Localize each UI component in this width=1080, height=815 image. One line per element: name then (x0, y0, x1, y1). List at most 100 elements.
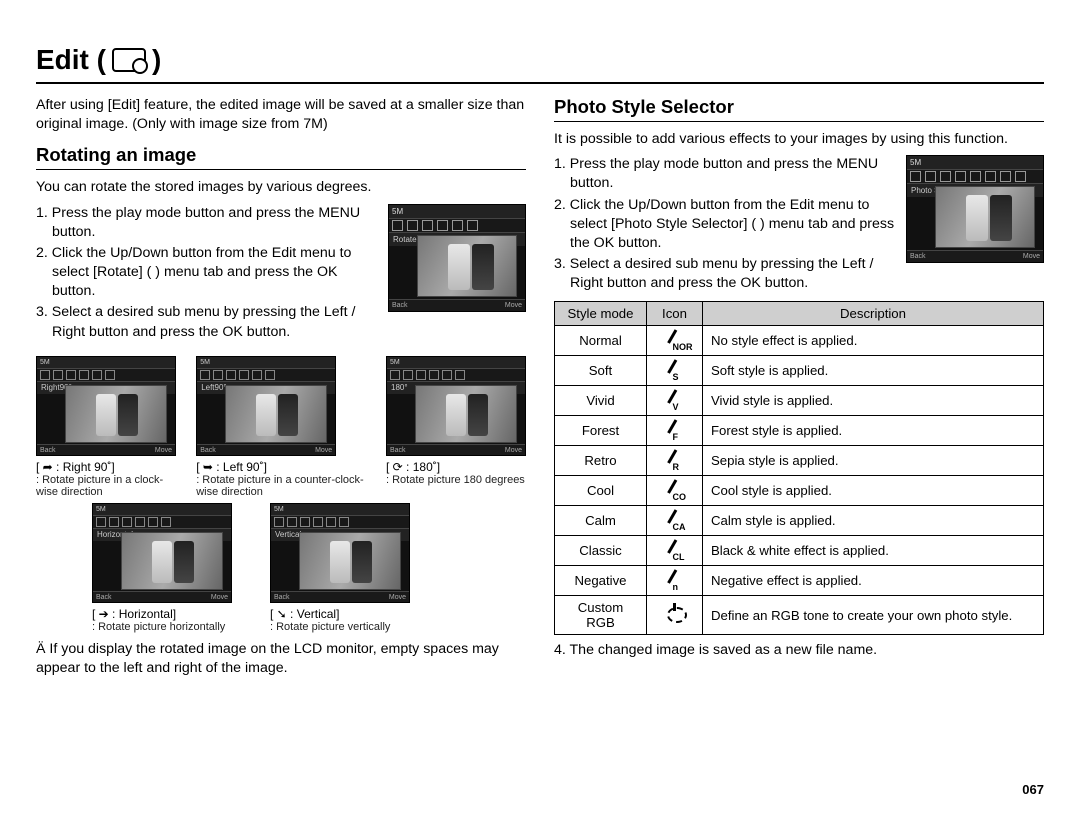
rotating-step-2: 2. Click the Up/Down button from the Edi… (36, 244, 378, 302)
title-suffix: ) (152, 44, 161, 76)
rotate-thumbs-row-2: 5MHorizontalBackMove[ ➔ : Horizontal]: R… (36, 503, 526, 634)
style-desc-cell: Negative effect is applied. (703, 566, 1044, 596)
edit-mode-icon (112, 48, 146, 72)
lcd-back: Back (392, 300, 408, 311)
lcd-topbar: 5M (389, 205, 525, 219)
rotate-thumb-desc: : Rotate picture vertically (270, 621, 390, 634)
table-row: Forest Forest style is applied. (555, 416, 1044, 446)
style-desc-cell: Forest style is applied. (703, 416, 1044, 446)
style-desc-cell: Soft style is applied. (703, 356, 1044, 386)
table-row: RetroSepia style is applied. (555, 446, 1044, 476)
photostyle-step-1: 1. Press the play mode button and press … (554, 155, 896, 193)
style-normal-icon (664, 328, 686, 350)
rotate-note: Ä If you display the rotated image on th… (36, 640, 526, 678)
style-icon-cell (647, 386, 703, 416)
photostyle-intro: It is possible to add various effects to… (554, 130, 1044, 149)
title-prefix: Edit ( (36, 44, 106, 76)
rotate-thumb-lcd: 5MLeft90°BackMove (196, 356, 336, 456)
photostyle-step-2: 2. Click the Up/Down button from the Edi… (554, 196, 896, 254)
style-desc-cell: Black & white effect is applied. (703, 536, 1044, 566)
style-mode-cell: Calm (555, 506, 647, 536)
style-desc-cell: Calm style is applied. (703, 506, 1044, 536)
table-row: Cool Cool style is applied. (555, 476, 1044, 506)
rotate-thumb-title: [ ⟳ : 180˚] (386, 460, 440, 474)
table-row: Vivid Vivid style is applied. (555, 386, 1044, 416)
page-number: 067 (1022, 782, 1044, 797)
lcd-photo (935, 186, 1035, 248)
rotate-thumb-title: [ ➦ : Right 90˚] (36, 460, 115, 474)
th-mode: Style mode (555, 302, 647, 326)
photostyle-steps: 1. Press the play mode button and press … (554, 155, 896, 295)
rotate-thumb-lcd: 5MRight90°BackMove (36, 356, 176, 456)
page-title: Edit ( ) (36, 44, 1044, 84)
style-negative-icon (664, 568, 686, 590)
rotate-thumbs-row-1: 5MRight90°BackMove [ ➦ : Right 90˚] : Rota… (36, 356, 526, 499)
table-row: Soft Soft style is applied. (555, 356, 1044, 386)
rotate-thumb-desc: : Rotate picture 180 degrees (386, 474, 525, 487)
rotate-thumb-lcd: 5M180°BackMove (386, 356, 526, 456)
style-mode-cell: Soft (555, 356, 647, 386)
left-column: After using [Edit] feature, the edited i… (36, 96, 526, 678)
rotating-section-title: Rotating an image (36, 144, 526, 170)
style-desc-cell: Define an RGB tone to create your own ph… (703, 596, 1044, 635)
lcd-back: Back (910, 251, 926, 262)
table-row: Normal No style effect is applied. (555, 326, 1044, 356)
lcd-photo (417, 235, 517, 297)
rotate-thumb-title: [ ➥ : Left 90˚] (196, 460, 267, 474)
style-icon-cell (647, 446, 703, 476)
style-mode-cell: Forest (555, 416, 647, 446)
right-column: Photo Style Selector It is possible to a… (554, 96, 1044, 678)
rotate-thumb-desc: : Rotate picture in a counter-clock-wise… (196, 474, 368, 499)
style-icon-cell (647, 596, 703, 635)
style-icon-cell (647, 416, 703, 446)
style-icon-cell (647, 326, 703, 356)
rotating-step-3: 3. Select a desired sub menu by pressing… (36, 303, 378, 341)
table-row: Custom RGB Define an RGB tone to create y… (555, 596, 1044, 635)
style-calm-icon (664, 508, 686, 530)
rotate-lcd-preview: 5M Rotate Back Move (388, 204, 526, 312)
lcd-move: Move (1023, 251, 1040, 262)
table-row: Classic Black & white effect is applied. (555, 536, 1044, 566)
table-row: Negative Negative effect is applied. (555, 566, 1044, 596)
rotating-steps: 1. Press the play mode button and press … (36, 204, 378, 344)
style-desc-cell: Vivid style is applied. (703, 386, 1044, 416)
rotate-thumb-desc: : Rotate picture horizontally (92, 621, 225, 634)
style-classic-icon (664, 538, 686, 560)
photostyle-table: Style mode Icon Description Normal No sty… (554, 301, 1044, 635)
style-desc-cell: No style effect is applied. (703, 326, 1044, 356)
edit-intro-text: After using [Edit] feature, the edited i… (36, 96, 526, 134)
lcd-bottombar: Back Move (389, 299, 525, 311)
photostyle-lcd-preview: 5M Photo Style Selector Back Move (906, 155, 1044, 263)
th-icon: Icon (647, 302, 703, 326)
style-forest-icon (664, 418, 686, 440)
style-mode-cell: Normal (555, 326, 647, 356)
rotating-intro: You can rotate the stored images by vari… (36, 178, 526, 197)
style-cool-icon (664, 478, 686, 500)
photostyle-step-4: 4. The changed image is saved as a new f… (554, 641, 1044, 660)
style-mode-cell: Custom RGB (555, 596, 647, 635)
style-mode-cell: Negative (555, 566, 647, 596)
rotate-thumb: 5MHorizontalBackMove[ ➔ : Horizontal]: R… (92, 503, 232, 634)
photostyle-step-3: 3. Select a desired sub menu by pressing… (554, 255, 896, 293)
lcd-topbar: 5M (907, 156, 1043, 170)
rotate-thumb: 5MLeft90°BackMove [ ➥ : Left 90˚]: Rotate… (196, 356, 368, 499)
style-icon-cell (647, 566, 703, 596)
table-row: Calm Calm style is applied. (555, 506, 1044, 536)
style-mode-cell: Vivid (555, 386, 647, 416)
th-desc: Description (703, 302, 1044, 326)
photostyle-section-title: Photo Style Selector (554, 96, 1044, 122)
rotate-thumb: 5M180°BackMove [ ⟳ : 180˚]: Rotate pictur… (386, 356, 526, 499)
style-mode-cell: Cool (555, 476, 647, 506)
style-vivid-icon (664, 388, 686, 410)
lcd-bottombar: Back Move (907, 250, 1043, 262)
lcd-move: Move (505, 300, 522, 311)
style-icon-cell (647, 506, 703, 536)
style-icon-cell (647, 536, 703, 566)
style-retro-icon (664, 448, 686, 470)
style-desc-cell: Cool style is applied. (703, 476, 1044, 506)
style-icon-cell (647, 476, 703, 506)
rotate-thumb-lcd: 5MVerticalBackMove (270, 503, 410, 603)
style-custom-rgb-icon (664, 603, 686, 625)
style-mode-cell: Classic (555, 536, 647, 566)
rotate-thumb-title: [ ➔ : Horizontal] (92, 607, 176, 621)
